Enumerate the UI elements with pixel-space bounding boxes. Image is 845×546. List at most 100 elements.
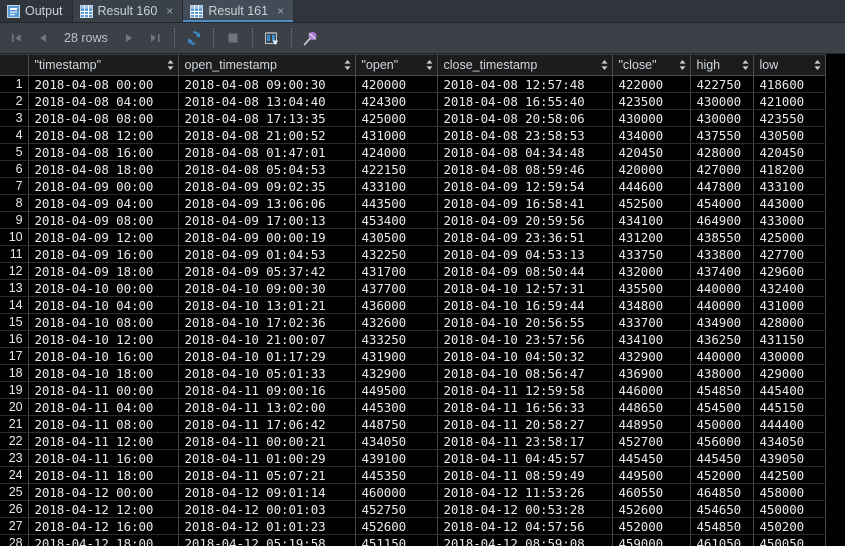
export-data-button[interactable] bbox=[259, 26, 285, 50]
cell-close[interactable]: 435500 bbox=[612, 279, 691, 297]
cell-low[interactable]: 443000 bbox=[753, 194, 826, 212]
cell-open[interactable]: 431900 bbox=[355, 347, 438, 365]
cell-open_timestamp[interactable]: 2018-04-10 17:02:36 bbox=[178, 313, 356, 331]
table-row[interactable]: 18 2018-04-10 18:00 2018-04-10 05:01:33 432… bbox=[0, 364, 826, 382]
cell-low[interactable]: 450050 bbox=[753, 534, 826, 546]
cell-open[interactable]: 432600 bbox=[355, 313, 438, 331]
cell-low[interactable]: 450000 bbox=[753, 500, 826, 518]
cell-high[interactable]: 456000 bbox=[690, 432, 754, 450]
table-row[interactable]: 4 2018-04-08 12:00 2018-04-08 21:00:52 4310… bbox=[0, 126, 826, 144]
cell-high[interactable]: 440000 bbox=[690, 296, 754, 314]
cell-timestamp[interactable]: 2018-04-09 04:00 bbox=[28, 194, 179, 212]
cell-timestamp[interactable]: 2018-04-08 18:00 bbox=[28, 160, 179, 178]
cell-timestamp[interactable]: 2018-04-08 08:00 bbox=[28, 109, 179, 127]
row-number-cell[interactable]: 16 bbox=[0, 330, 29, 348]
row-number-cell[interactable]: 10 bbox=[0, 228, 29, 246]
cell-open_timestamp[interactable]: 2018-04-09 05:37:42 bbox=[178, 262, 356, 280]
cell-low[interactable]: 431150 bbox=[753, 330, 826, 348]
table-row[interactable]: 6 2018-04-08 18:00 2018-04-08 05:04:53 4221… bbox=[0, 160, 826, 178]
table-row[interactable]: 25 2018-04-12 00:00 2018-04-12 09:01:14 460… bbox=[0, 483, 826, 501]
table-row[interactable]: 12 2018-04-09 18:00 2018-04-09 05:37:42 431… bbox=[0, 262, 826, 280]
cell-timestamp[interactable]: 2018-04-11 04:00 bbox=[28, 398, 179, 416]
cell-open_timestamp[interactable]: 2018-04-08 13:04:40 bbox=[178, 92, 356, 110]
cell-timestamp[interactable]: 2018-04-11 16:00 bbox=[28, 449, 179, 467]
cell-open[interactable]: 432900 bbox=[355, 364, 438, 382]
cell-close_timestamp[interactable]: 2018-04-09 23:36:51 bbox=[437, 228, 613, 246]
table-row[interactable]: 3 2018-04-08 08:00 2018-04-08 17:13:35 4250… bbox=[0, 109, 826, 127]
cell-close_timestamp[interactable]: 2018-04-11 16:56:33 bbox=[437, 398, 613, 416]
cell-high[interactable]: 434900 bbox=[690, 313, 754, 331]
cell-high[interactable]: 450000 bbox=[690, 415, 754, 433]
cell-open_timestamp[interactable]: 2018-04-08 17:13:35 bbox=[178, 109, 356, 127]
cell-low[interactable]: 433000 bbox=[753, 211, 826, 229]
cell-timestamp[interactable]: 2018-04-10 16:00 bbox=[28, 347, 179, 365]
cell-low[interactable]: 418600 bbox=[753, 75, 826, 93]
cell-low[interactable]: 432400 bbox=[753, 279, 826, 297]
cell-close_timestamp[interactable]: 2018-04-10 04:50:32 bbox=[437, 347, 613, 365]
cell-close_timestamp[interactable]: 2018-04-10 12:57:31 bbox=[437, 279, 613, 297]
previous-page-button[interactable] bbox=[30, 26, 56, 50]
row-number-cell[interactable]: 5 bbox=[0, 143, 29, 161]
cell-timestamp[interactable]: 2018-04-10 04:00 bbox=[28, 296, 179, 314]
cell-close_timestamp[interactable]: 2018-04-08 08:59:46 bbox=[437, 160, 613, 178]
result-grid-scroll-area[interactable]: "timestamp" open_timestamp "open" close_tim… bbox=[0, 54, 845, 546]
table-row[interactable]: 22 2018-04-11 12:00 2018-04-11 00:00:21 434… bbox=[0, 432, 826, 450]
cell-close_timestamp[interactable]: 2018-04-11 08:59:49 bbox=[437, 466, 613, 484]
cell-close_timestamp[interactable]: 2018-04-10 20:56:55 bbox=[437, 313, 613, 331]
cell-low[interactable]: 428000 bbox=[753, 313, 826, 331]
cell-open_timestamp[interactable]: 2018-04-08 01:47:01 bbox=[178, 143, 356, 161]
cell-open_timestamp[interactable]: 2018-04-09 01:04:53 bbox=[178, 245, 356, 263]
cell-low[interactable]: 444400 bbox=[753, 415, 826, 433]
cell-low[interactable]: 430500 bbox=[753, 126, 826, 144]
row-number-cell[interactable]: 1 bbox=[0, 75, 29, 93]
cell-open[interactable]: 436000 bbox=[355, 296, 438, 314]
table-row[interactable]: 15 2018-04-10 08:00 2018-04-10 17:02:36 432… bbox=[0, 313, 826, 331]
tab-result-160[interactable]: Result 160 × bbox=[72, 0, 184, 22]
cell-close[interactable]: 434100 bbox=[612, 330, 691, 348]
cell-close_timestamp[interactable]: 2018-04-10 08:56:47 bbox=[437, 364, 613, 382]
table-row[interactable]: 13 2018-04-10 00:00 2018-04-10 09:00:30 437… bbox=[0, 279, 826, 297]
table-row[interactable]: 16 2018-04-10 12:00 2018-04-10 21:00:07 433… bbox=[0, 330, 826, 348]
row-number-cell[interactable]: 13 bbox=[0, 279, 29, 297]
cell-close_timestamp[interactable]: 2018-04-11 23:58:17 bbox=[437, 432, 613, 450]
cell-timestamp[interactable]: 2018-04-09 12:00 bbox=[28, 228, 179, 246]
table-row[interactable]: 1 2018-04-08 00:00 2018-04-08 09:00:30 4200… bbox=[0, 75, 826, 93]
cell-open[interactable]: 453400 bbox=[355, 211, 438, 229]
tab-close-icon[interactable]: × bbox=[166, 5, 173, 17]
cell-close_timestamp[interactable]: 2018-04-09 04:53:13 bbox=[437, 245, 613, 263]
cell-close_timestamp[interactable]: 2018-04-10 23:57:56 bbox=[437, 330, 613, 348]
table-row[interactable]: 2 2018-04-08 04:00 2018-04-08 13:04:40 4243… bbox=[0, 92, 826, 110]
cell-close[interactable]: 434100 bbox=[612, 211, 691, 229]
cell-timestamp[interactable]: 2018-04-09 18:00 bbox=[28, 262, 179, 280]
cell-open_timestamp[interactable]: 2018-04-10 13:01:21 bbox=[178, 296, 356, 314]
cell-open[interactable]: 430500 bbox=[355, 228, 438, 246]
table-row[interactable]: 9 2018-04-09 08:00 2018-04-09 17:00:13 4534… bbox=[0, 211, 826, 229]
cell-close[interactable]: 434800 bbox=[612, 296, 691, 314]
row-number-cell[interactable]: 2 bbox=[0, 92, 29, 110]
cell-timestamp[interactable]: 2018-04-12 18:00 bbox=[28, 534, 179, 546]
cell-high[interactable]: 452000 bbox=[690, 466, 754, 484]
row-number-cell[interactable]: 6 bbox=[0, 160, 29, 178]
refresh-button[interactable] bbox=[181, 26, 207, 50]
table-row[interactable]: 26 2018-04-12 12:00 2018-04-12 00:01:03 452… bbox=[0, 500, 826, 518]
cell-close[interactable]: 452000 bbox=[612, 517, 691, 535]
row-number-cell[interactable]: 17 bbox=[0, 347, 29, 365]
cell-high[interactable]: 427000 bbox=[690, 160, 754, 178]
cell-open[interactable]: 433250 bbox=[355, 330, 438, 348]
cell-close[interactable]: 432900 bbox=[612, 347, 691, 365]
cell-close[interactable]: 422000 bbox=[612, 75, 691, 93]
stop-button[interactable] bbox=[220, 26, 246, 50]
cell-open[interactable]: 452600 bbox=[355, 517, 438, 535]
cell-high[interactable]: 436250 bbox=[690, 330, 754, 348]
cell-high[interactable]: 440000 bbox=[690, 347, 754, 365]
cell-open_timestamp[interactable]: 2018-04-11 01:00:29 bbox=[178, 449, 356, 467]
row-number-cell[interactable]: 12 bbox=[0, 262, 29, 280]
cell-close_timestamp[interactable]: 2018-04-12 11:53:26 bbox=[437, 483, 613, 501]
cell-high[interactable]: 454850 bbox=[690, 517, 754, 535]
cell-open_timestamp[interactable]: 2018-04-10 21:00:07 bbox=[178, 330, 356, 348]
sort-indicator-icon[interactable] bbox=[422, 59, 433, 71]
cell-open_timestamp[interactable]: 2018-04-09 13:06:06 bbox=[178, 194, 356, 212]
sort-indicator-icon[interactable] bbox=[597, 59, 608, 71]
cell-close[interactable]: 423500 bbox=[612, 92, 691, 110]
cell-close_timestamp[interactable]: 2018-04-12 08:59:08 bbox=[437, 534, 613, 546]
